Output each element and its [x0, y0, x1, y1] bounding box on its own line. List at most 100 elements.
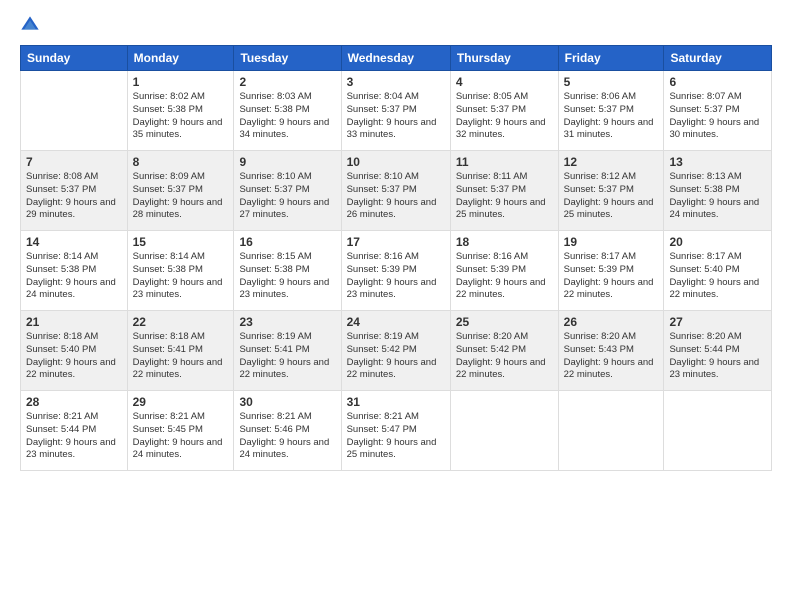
daylight: Daylight: 9 hours and 22 minutes.: [347, 357, 437, 381]
calendar-day-cell: 16 Sunrise: 8:15 AM Sunset: 5:38 PM Dayl…: [234, 231, 341, 311]
daylight: Daylight: 9 hours and 33 minutes.: [347, 117, 437, 141]
sunrise: Sunrise: 8:20 AM: [564, 331, 636, 342]
day-info: Sunrise: 8:17 AM Sunset: 5:40 PM Dayligh…: [669, 251, 766, 302]
calendar-body: 1 Sunrise: 8:02 AM Sunset: 5:38 PM Dayli…: [21, 71, 772, 471]
sunset: Sunset: 5:47 PM: [347, 424, 417, 435]
day-info: Sunrise: 8:11 AM Sunset: 5:37 PM Dayligh…: [456, 171, 553, 222]
sunset: Sunset: 5:38 PM: [133, 264, 203, 275]
sunrise: Sunrise: 8:14 AM: [133, 251, 205, 262]
calendar-week-row: 14 Sunrise: 8:14 AM Sunset: 5:38 PM Dayl…: [21, 231, 772, 311]
daylight: Daylight: 9 hours and 30 minutes.: [669, 117, 759, 141]
day-number: 13: [669, 155, 766, 169]
day-info: Sunrise: 8:21 AM Sunset: 5:47 PM Dayligh…: [347, 411, 445, 462]
day-info: Sunrise: 8:10 AM Sunset: 5:37 PM Dayligh…: [347, 171, 445, 222]
day-info: Sunrise: 8:16 AM Sunset: 5:39 PM Dayligh…: [456, 251, 553, 302]
day-number: 29: [133, 395, 229, 409]
sunset: Sunset: 5:37 PM: [669, 104, 739, 115]
calendar-day-cell: 28 Sunrise: 8:21 AM Sunset: 5:44 PM Dayl…: [21, 391, 128, 471]
sunset: Sunset: 5:37 PM: [347, 184, 417, 195]
daylight: Daylight: 9 hours and 23 minutes.: [239, 277, 329, 301]
sunset: Sunset: 5:37 PM: [564, 184, 634, 195]
calendar-day-cell: 12 Sunrise: 8:12 AM Sunset: 5:37 PM Dayl…: [558, 151, 664, 231]
sunrise: Sunrise: 8:10 AM: [239, 171, 311, 182]
calendar-day-cell: [558, 391, 664, 471]
sunset: Sunset: 5:44 PM: [26, 424, 96, 435]
day-info: Sunrise: 8:20 AM Sunset: 5:44 PM Dayligh…: [669, 331, 766, 382]
calendar-header-cell: Sunday: [21, 46, 128, 71]
daylight: Daylight: 9 hours and 22 minutes.: [456, 277, 546, 301]
daylight: Daylight: 9 hours and 22 minutes.: [564, 277, 654, 301]
calendar-day-cell: 21 Sunrise: 8:18 AM Sunset: 5:40 PM Dayl…: [21, 311, 128, 391]
sunset: Sunset: 5:45 PM: [133, 424, 203, 435]
daylight: Daylight: 9 hours and 22 minutes.: [564, 357, 654, 381]
calendar-day-cell: [664, 391, 772, 471]
day-number: 30: [239, 395, 335, 409]
sunrise: Sunrise: 8:03 AM: [239, 91, 311, 102]
sunset: Sunset: 5:39 PM: [564, 264, 634, 275]
sunrise: Sunrise: 8:06 AM: [564, 91, 636, 102]
sunrise: Sunrise: 8:15 AM: [239, 251, 311, 262]
calendar-day-cell: 8 Sunrise: 8:09 AM Sunset: 5:37 PM Dayli…: [127, 151, 234, 231]
calendar-day-cell: 9 Sunrise: 8:10 AM Sunset: 5:37 PM Dayli…: [234, 151, 341, 231]
daylight: Daylight: 9 hours and 24 minutes.: [669, 197, 759, 221]
daylight: Daylight: 9 hours and 23 minutes.: [133, 277, 223, 301]
sunrise: Sunrise: 8:16 AM: [456, 251, 528, 262]
day-info: Sunrise: 8:09 AM Sunset: 5:37 PM Dayligh…: [133, 171, 229, 222]
calendar-day-cell: 13 Sunrise: 8:13 AM Sunset: 5:38 PM Dayl…: [664, 151, 772, 231]
sunset: Sunset: 5:37 PM: [133, 184, 203, 195]
day-info: Sunrise: 8:14 AM Sunset: 5:38 PM Dayligh…: [133, 251, 229, 302]
daylight: Daylight: 9 hours and 24 minutes.: [26, 277, 116, 301]
sunset: Sunset: 5:37 PM: [347, 104, 417, 115]
day-info: Sunrise: 8:16 AM Sunset: 5:39 PM Dayligh…: [347, 251, 445, 302]
sunrise: Sunrise: 8:21 AM: [133, 411, 205, 422]
day-number: 22: [133, 315, 229, 329]
calendar-day-cell: 22 Sunrise: 8:18 AM Sunset: 5:41 PM Dayl…: [127, 311, 234, 391]
calendar-day-cell: 27 Sunrise: 8:20 AM Sunset: 5:44 PM Dayl…: [664, 311, 772, 391]
sunrise: Sunrise: 8:20 AM: [456, 331, 528, 342]
day-info: Sunrise: 8:20 AM Sunset: 5:42 PM Dayligh…: [456, 331, 553, 382]
sunrise: Sunrise: 8:10 AM: [347, 171, 419, 182]
calendar-day-cell: 14 Sunrise: 8:14 AM Sunset: 5:38 PM Dayl…: [21, 231, 128, 311]
sunset: Sunset: 5:44 PM: [669, 344, 739, 355]
calendar-day-cell: 3 Sunrise: 8:04 AM Sunset: 5:37 PM Dayli…: [341, 71, 450, 151]
day-number: 12: [564, 155, 659, 169]
calendar-day-cell: 2 Sunrise: 8:03 AM Sunset: 5:38 PM Dayli…: [234, 71, 341, 151]
calendar-day-cell: 30 Sunrise: 8:21 AM Sunset: 5:46 PM Dayl…: [234, 391, 341, 471]
day-number: 19: [564, 235, 659, 249]
calendar-day-cell: 15 Sunrise: 8:14 AM Sunset: 5:38 PM Dayl…: [127, 231, 234, 311]
sunset: Sunset: 5:42 PM: [347, 344, 417, 355]
day-info: Sunrise: 8:15 AM Sunset: 5:38 PM Dayligh…: [239, 251, 335, 302]
day-number: 1: [133, 75, 229, 89]
sunset: Sunset: 5:37 PM: [564, 104, 634, 115]
sunset: Sunset: 5:37 PM: [239, 184, 309, 195]
day-info: Sunrise: 8:10 AM Sunset: 5:37 PM Dayligh…: [239, 171, 335, 222]
sunrise: Sunrise: 8:16 AM: [347, 251, 419, 262]
calendar-day-cell: 10 Sunrise: 8:10 AM Sunset: 5:37 PM Dayl…: [341, 151, 450, 231]
sunrise: Sunrise: 8:05 AM: [456, 91, 528, 102]
day-info: Sunrise: 8:07 AM Sunset: 5:37 PM Dayligh…: [669, 91, 766, 142]
day-info: Sunrise: 8:18 AM Sunset: 5:41 PM Dayligh…: [133, 331, 229, 382]
day-number: 23: [239, 315, 335, 329]
sunset: Sunset: 5:39 PM: [456, 264, 526, 275]
sunset: Sunset: 5:37 PM: [456, 184, 526, 195]
sunrise: Sunrise: 8:17 AM: [669, 251, 741, 262]
calendar-day-cell: 6 Sunrise: 8:07 AM Sunset: 5:37 PM Dayli…: [664, 71, 772, 151]
day-number: 26: [564, 315, 659, 329]
sunrise: Sunrise: 8:20 AM: [669, 331, 741, 342]
daylight: Daylight: 9 hours and 22 minutes.: [456, 357, 546, 381]
daylight: Daylight: 9 hours and 31 minutes.: [564, 117, 654, 141]
calendar-week-row: 28 Sunrise: 8:21 AM Sunset: 5:44 PM Dayl…: [21, 391, 772, 471]
daylight: Daylight: 9 hours and 22 minutes.: [26, 357, 116, 381]
day-number: 20: [669, 235, 766, 249]
sunrise: Sunrise: 8:18 AM: [26, 331, 98, 342]
daylight: Daylight: 9 hours and 32 minutes.: [456, 117, 546, 141]
day-number: 11: [456, 155, 553, 169]
day-info: Sunrise: 8:21 AM Sunset: 5:44 PM Dayligh…: [26, 411, 122, 462]
sunrise: Sunrise: 8:19 AM: [347, 331, 419, 342]
daylight: Daylight: 9 hours and 23 minutes.: [669, 357, 759, 381]
day-info: Sunrise: 8:08 AM Sunset: 5:37 PM Dayligh…: [26, 171, 122, 222]
day-number: 28: [26, 395, 122, 409]
sunrise: Sunrise: 8:08 AM: [26, 171, 98, 182]
day-info: Sunrise: 8:12 AM Sunset: 5:37 PM Dayligh…: [564, 171, 659, 222]
day-info: Sunrise: 8:17 AM Sunset: 5:39 PM Dayligh…: [564, 251, 659, 302]
